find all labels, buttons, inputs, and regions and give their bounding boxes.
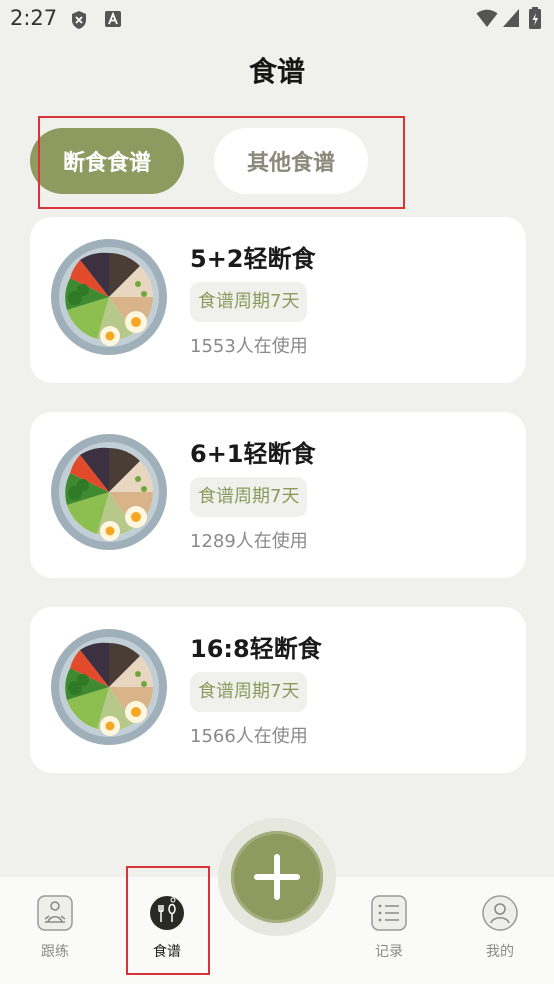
battery-charging-icon [529,7,541,29]
font-a-icon [105,11,121,27]
status-time: 2:27 [10,6,58,30]
food-bowl-image [51,629,167,745]
list-icon [371,895,407,931]
nav-label: 我的 [486,944,514,960]
user-icon [482,895,518,931]
meditation-icon [37,895,73,931]
recipe-card[interactable]: 16:8轻断食 食谱周期7天 1566人在使用 [30,607,526,773]
plus-icon [254,854,300,900]
highlight-box-recipes-nav [126,866,210,975]
recipe-user-count: 1289人在使用 [190,531,308,552]
add-button[interactable] [231,831,323,923]
recipe-period-badge: 食谱周期7天 [190,477,308,517]
wifi-icon [476,9,498,27]
recipe-period-badge: 食谱周期7天 [190,282,308,322]
food-bowl-image [51,239,167,355]
recipe-title: 6+1轻断食 [190,440,316,468]
nav-item-follow[interactable]: 跟练 [15,895,95,961]
shield-icon [72,11,86,29]
recipe-period-badge: 食谱周期7天 [190,672,308,712]
highlight-box-tabs [38,116,405,209]
nav-item-profile[interactable]: 我的 [460,895,540,961]
recipe-card[interactable]: 5+2轻断食 食谱周期7天 1553人在使用 [30,217,526,383]
recipe-title: 16:8轻断食 [190,635,322,663]
food-bowl-image [51,434,167,550]
recipe-user-count: 1553人在使用 [190,336,308,357]
recipe-card[interactable]: 6+1轻断食 食谱周期7天 1289人在使用 [30,412,526,578]
nav-label: 记录 [375,944,403,960]
signal-icon [503,9,519,27]
nav-item-records[interactable]: 记录 [349,895,429,961]
page-title: 食谱 [248,55,305,88]
recipe-title: 5+2轻断食 [190,245,316,273]
recipe-user-count: 1566人在使用 [190,726,308,747]
status-bar: 2:27 [0,0,554,38]
nav-label: 跟练 [41,944,69,960]
